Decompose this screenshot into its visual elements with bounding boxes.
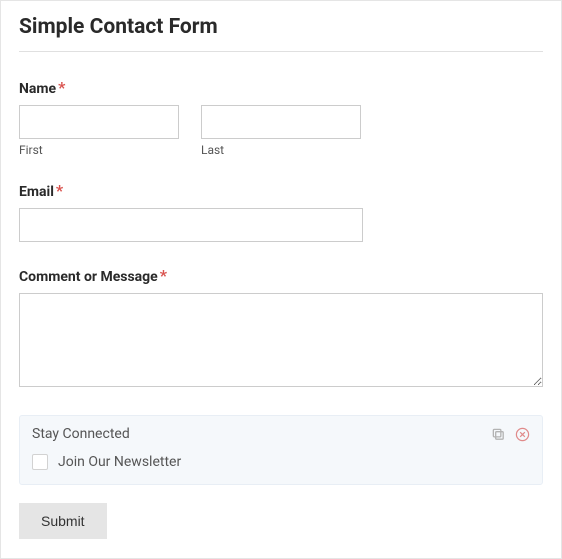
newsletter-checkbox-label: Join Our Newsletter — [58, 454, 181, 470]
submit-button[interactable]: Submit — [19, 503, 107, 539]
newsletter-checkbox-row[interactable]: Join Our Newsletter — [32, 454, 530, 470]
name-field-group: Name* First Last — [19, 78, 543, 157]
stay-connected-header: Stay Connected — [32, 426, 530, 442]
duplicate-icon[interactable] — [490, 426, 506, 442]
email-field-group: Email* — [19, 181, 543, 242]
first-name-sublabel: First — [19, 143, 179, 157]
email-label: Email — [19, 184, 54, 200]
form-title: Simple Contact Form — [19, 15, 543, 39]
first-name-input[interactable] — [19, 105, 179, 139]
comment-textarea[interactable] — [19, 293, 543, 387]
stay-connected-panel: Stay Connected Joi — [19, 415, 543, 485]
required-mark: * — [58, 78, 65, 97]
stay-connected-actions — [490, 426, 530, 442]
stay-connected-title: Stay Connected — [32, 426, 130, 442]
comment-label: Comment or Message — [19, 269, 158, 285]
delete-icon[interactable] — [514, 426, 530, 442]
comment-field-group: Comment or Message* — [19, 266, 543, 391]
last-name-input[interactable] — [201, 105, 361, 139]
first-name-column: First — [19, 105, 179, 157]
email-input[interactable] — [19, 208, 363, 242]
newsletter-checkbox[interactable] — [32, 454, 48, 470]
last-name-column: Last — [201, 105, 361, 157]
last-name-sublabel: Last — [201, 143, 361, 157]
name-row: First Last — [19, 105, 543, 157]
required-mark: * — [56, 181, 63, 200]
form-container: Simple Contact Form Name* First Last Ema… — [0, 0, 562, 559]
name-label: Name — [19, 81, 56, 97]
title-divider — [19, 51, 543, 52]
required-mark: * — [160, 266, 167, 285]
